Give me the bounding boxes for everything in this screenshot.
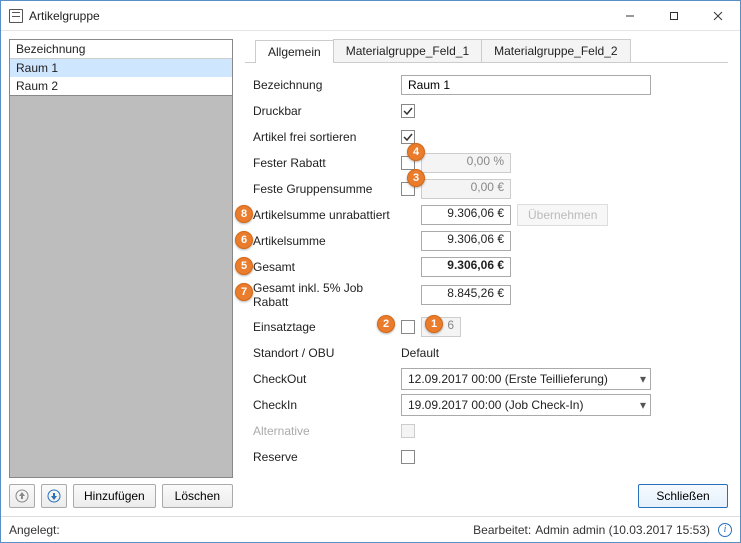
document-icon	[9, 9, 23, 23]
minimize-button[interactable]	[608, 2, 652, 30]
add-button[interactable]: Hinzufügen	[73, 484, 156, 508]
feste-summe-checkbox[interactable]	[401, 182, 415, 196]
window-title: Artikelgruppe	[29, 9, 608, 23]
list-item[interactable]: Raum 1	[10, 59, 232, 77]
reserve-label: Reserve	[253, 450, 401, 464]
druckbar-label: Druckbar	[253, 104, 401, 118]
gesamt-rabatt-label: Gesamt inkl. 5% Job Rabatt	[253, 281, 401, 309]
bezeichnung-label: Bezeichnung	[253, 78, 401, 92]
artikel-frei-checkbox[interactable]	[401, 130, 415, 144]
checkin-value: 19.09.2017 00:00 (Job Check-In)	[408, 398, 583, 412]
angelegt-label: Angelegt:	[9, 523, 60, 537]
gesamt-label: Gesamt	[253, 260, 401, 274]
standort-label: Standort / OBU	[253, 346, 401, 360]
artikelsumme-label: Artikelsumme	[253, 234, 401, 248]
einsatztage-label: Einsatztage	[253, 320, 401, 334]
move-down-button[interactable]	[41, 484, 67, 508]
left-pane: Bezeichnung Raum 1 Raum 2 Hinzufügen Lös…	[1, 31, 241, 516]
checkout-label: CheckOut	[253, 372, 401, 386]
gesamt-value: 9.306,06 €	[421, 257, 511, 277]
artikelsumme-unrab-value: 9.306,06 €	[421, 205, 511, 225]
fester-rabatt-label: Fester Rabatt	[253, 156, 401, 170]
move-up-button[interactable]	[9, 484, 35, 508]
chevron-down-icon: ▾	[640, 398, 646, 412]
artikelgruppe-window: Artikelgruppe Bezeichnung Raum 1 Raum 2	[0, 0, 741, 543]
einsatztage-checkbox[interactable]	[401, 320, 415, 334]
maximize-button[interactable]	[652, 2, 696, 30]
feste-summe-value: 0,00 €	[421, 179, 511, 199]
checkout-combo[interactable]: 12.09.2017 00:00 (Erste Teillieferung) ▾	[401, 368, 651, 390]
arrow-up-icon	[15, 489, 29, 503]
checkin-combo[interactable]: 19.09.2017 00:00 (Job Check-In) ▾	[401, 394, 651, 416]
artikel-frei-label: Artikel frei sortieren	[253, 130, 401, 144]
alternative-label: Alternative	[253, 424, 401, 438]
close-button[interactable]	[696, 2, 740, 30]
alternative-checkbox	[401, 424, 415, 438]
bearbeitet-value: Admin admin (10.03.2017 15:53)	[535, 523, 710, 537]
tabs: Allgemein Materialgruppe_Feld_1 Material…	[245, 39, 728, 63]
druckbar-checkbox[interactable]	[401, 104, 415, 118]
checkin-label: CheckIn	[253, 398, 401, 412]
delete-button[interactable]: Löschen	[162, 484, 233, 508]
tab-materialgruppe-feld-2[interactable]: Materialgruppe_Feld_2	[481, 39, 630, 62]
info-icon[interactable]: i	[718, 523, 732, 537]
tab-allgemein[interactable]: Allgemein	[255, 40, 334, 63]
feste-summe-label: Feste Gruppensumme	[253, 182, 401, 196]
arrow-down-icon	[47, 489, 61, 503]
group-list[interactable]: Bezeichnung Raum 1 Raum 2	[9, 39, 233, 478]
bearbeitet-label: Bearbeitet:	[473, 523, 531, 537]
chevron-down-icon: ▾	[640, 372, 646, 386]
right-pane: Allgemein Materialgruppe_Feld_1 Material…	[241, 31, 740, 516]
bezeichnung-input[interactable]	[401, 75, 651, 95]
list-item[interactable]: Raum 2	[10, 77, 232, 95]
reserve-checkbox[interactable]	[401, 450, 415, 464]
fester-rabatt-checkbox[interactable]	[401, 156, 415, 170]
list-header: Bezeichnung	[10, 40, 232, 59]
titlebar: Artikelgruppe	[1, 1, 740, 31]
standort-value: Default	[401, 346, 439, 360]
tab-materialgruppe-feld-1[interactable]: Materialgruppe_Feld_1	[333, 39, 482, 62]
einsatztage-value: 6	[421, 317, 461, 337]
form: Bezeichnung Druckbar Artikel frei sortie…	[245, 63, 728, 469]
checkout-value: 12.09.2017 00:00 (Erste Teillieferung)	[408, 372, 608, 386]
artikelsumme-unrab-label: Artikelsumme unrabattiert	[253, 208, 401, 222]
fester-rabatt-value: 0,00 %	[421, 153, 511, 173]
schliessen-button[interactable]: Schließen	[638, 484, 728, 508]
gesamt-rabatt-value: 8.845,26 €	[421, 285, 511, 305]
statusbar: Angelegt: Bearbeitet: Admin admin (10.03…	[1, 516, 740, 542]
uebernehmen-button[interactable]: Übernehmen	[517, 204, 608, 226]
artikelsumme-value: 9.306,06 €	[421, 231, 511, 251]
